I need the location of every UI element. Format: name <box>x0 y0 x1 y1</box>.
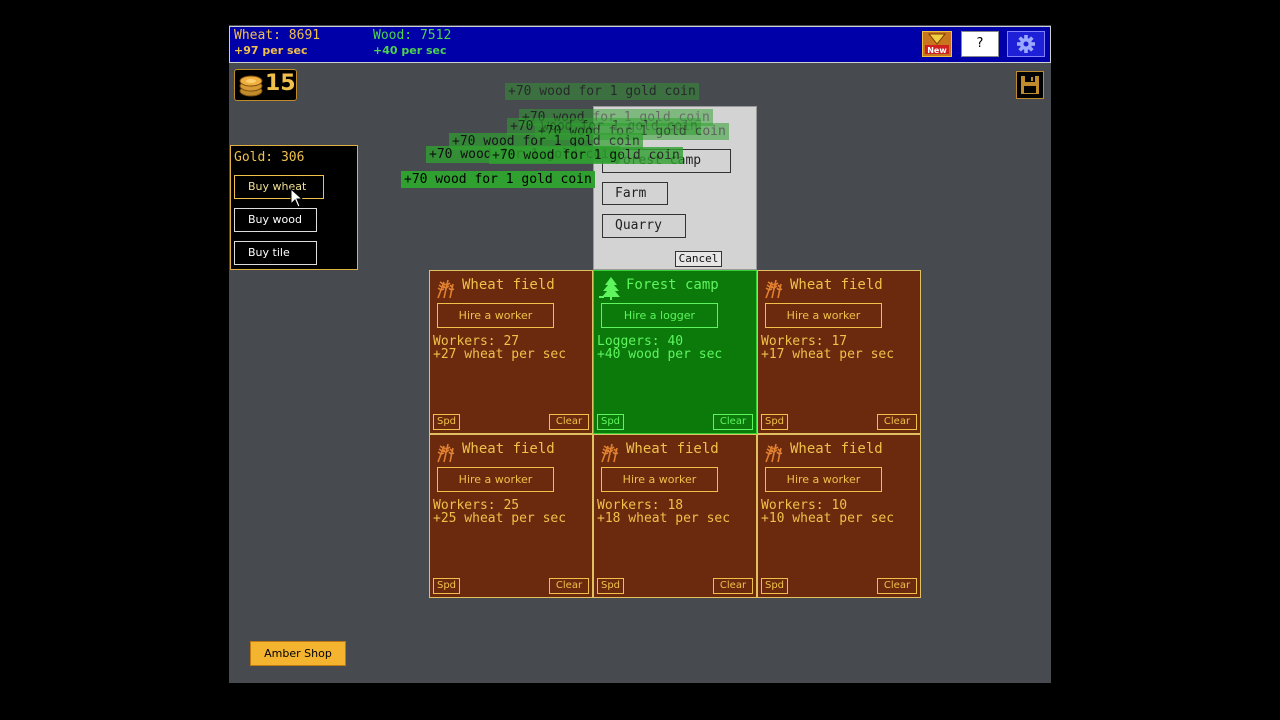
coin-counter: 15 <box>234 69 297 101</box>
svg-text:New: New <box>927 46 947 55</box>
tile-stats: Loggers: 40 +40 wood per sec <box>597 335 722 361</box>
speed-button[interactable]: Spd <box>433 414 460 430</box>
production-rate: +18 wheat per sec <box>597 511 731 526</box>
wheat-icon <box>765 443 783 463</box>
tile-stats: Workers: 18 +18 wheat per sec <box>597 499 730 525</box>
production-rate: +25 wheat per sec <box>433 511 567 526</box>
new-features-button[interactable]: New <box>922 31 952 57</box>
clear-button[interactable]: Clear <box>877 414 917 430</box>
tile-title: Wheat field <box>790 441 883 457</box>
tile-title: Wheat field <box>626 441 719 457</box>
hire-button[interactable]: Hire a worker <box>765 303 882 328</box>
wood-amount: Wood: 7512 <box>373 28 452 43</box>
hire-button[interactable]: Hire a worker <box>765 467 882 492</box>
quarry-option[interactable]: Quarry <box>602 214 686 238</box>
resource-bar: Wheat: 8691 +97 per sec Wood: 7512 +40 p… <box>229 26 1051 63</box>
hire-button[interactable]: Hire a worker <box>437 303 554 328</box>
save-button[interactable] <box>1016 71 1044 99</box>
tile-title: Forest camp <box>626 277 719 293</box>
production-rate: +17 wheat per sec <box>761 347 895 362</box>
notification: +70 wood for 1 gold coin <box>401 171 595 188</box>
production-rate: +10 wheat per sec <box>761 511 895 526</box>
hire-button[interactable]: Hire a logger <box>601 303 718 328</box>
buy-wood-button[interactable]: Buy wood <box>234 208 317 232</box>
speed-button[interactable]: Spd <box>433 578 460 594</box>
wood-rate: +40 per sec <box>373 44 447 57</box>
hire-button[interactable]: Hire a worker <box>437 467 554 492</box>
mouse-cursor-icon <box>290 188 304 208</box>
tile-stats: Workers: 25 +25 wheat per sec <box>433 499 566 525</box>
pine-tree-icon <box>599 277 620 300</box>
gold-amount: Gold: 306 <box>234 150 305 165</box>
speed-button[interactable]: Spd <box>597 414 624 430</box>
clear-button[interactable]: Clear <box>549 414 589 430</box>
wheat-icon <box>437 279 455 299</box>
wheat-resource: Wheat: 8691 +97 per sec <box>234 28 320 58</box>
new-badge-icon: New <box>925 33 949 55</box>
tile-title: Wheat field <box>462 441 555 457</box>
wood-resource: Wood: 7512 +40 per sec <box>373 28 451 58</box>
speed-button[interactable]: Spd <box>761 414 788 430</box>
wheat-field-tile: Wheat field Hire a worker Workers: 18 +18 w… <box>593 434 757 598</box>
tile-title: Wheat field <box>790 277 883 293</box>
speed-button[interactable]: Spd <box>761 578 788 594</box>
floppy-disk-icon <box>1021 76 1039 94</box>
production-rate: +27 wheat per sec <box>433 347 567 362</box>
notification: +70 wood for 1 gold coin <box>489 147 683 164</box>
wheat-field-tile: Wheat field Hire a worker Workers: 10 +10 w… <box>757 434 921 598</box>
amber-shop-button[interactable]: Amber Shop <box>250 641 346 666</box>
help-button[interactable]: ? <box>961 31 999 57</box>
wheat-field-tile: Wheat field Hire a worker Workers: 25 +25 w… <box>429 434 593 598</box>
tile-stats: Workers: 17 +17 wheat per sec <box>761 335 894 361</box>
buy-wheat-button[interactable]: Buy wheat <box>234 175 324 199</box>
clear-button[interactable]: Clear <box>713 414 753 430</box>
tile-stats: Workers: 27 +27 wheat per sec <box>433 335 566 361</box>
production-rate: +40 wood per sec <box>597 347 723 362</box>
cancel-button[interactable]: Cancel <box>675 251 722 267</box>
hire-button[interactable]: Hire a worker <box>601 467 718 492</box>
tile-stats: Workers: 10 +10 wheat per sec <box>761 499 894 525</box>
forest-camp-tile: Forest camp Hire a logger Loggers: 40 +40 w… <box>593 270 757 434</box>
wheat-icon <box>601 443 619 463</box>
farm-option[interactable]: Farm <box>602 182 668 205</box>
speed-button[interactable]: Spd <box>597 578 624 594</box>
clear-button[interactable]: Clear <box>713 578 753 594</box>
wheat-rate: +97 per sec <box>234 44 308 57</box>
settings-button[interactable] <box>1007 31 1045 57</box>
wheat-icon <box>765 279 783 299</box>
coin-count: 15 <box>265 71 296 96</box>
coin-stack-icon <box>239 75 263 97</box>
buy-tile-button[interactable]: Buy tile <box>234 241 317 265</box>
clear-button[interactable]: Clear <box>877 578 917 594</box>
tile-title: Wheat field <box>462 277 555 293</box>
wheat-field-tile: Wheat field Hire a worker Workers: 17 +17 w… <box>757 270 921 434</box>
wheat-icon <box>437 443 455 463</box>
wheat-field-tile: Wheat field Hire a worker Workers: 27 +27 w… <box>429 270 593 434</box>
notification: +70 wood for 1 gold coin <box>505 83 699 100</box>
gear-icon <box>1017 35 1035 53</box>
clear-button[interactable]: Clear <box>549 578 589 594</box>
wheat-amount: Wheat: 8691 <box>234 28 321 43</box>
